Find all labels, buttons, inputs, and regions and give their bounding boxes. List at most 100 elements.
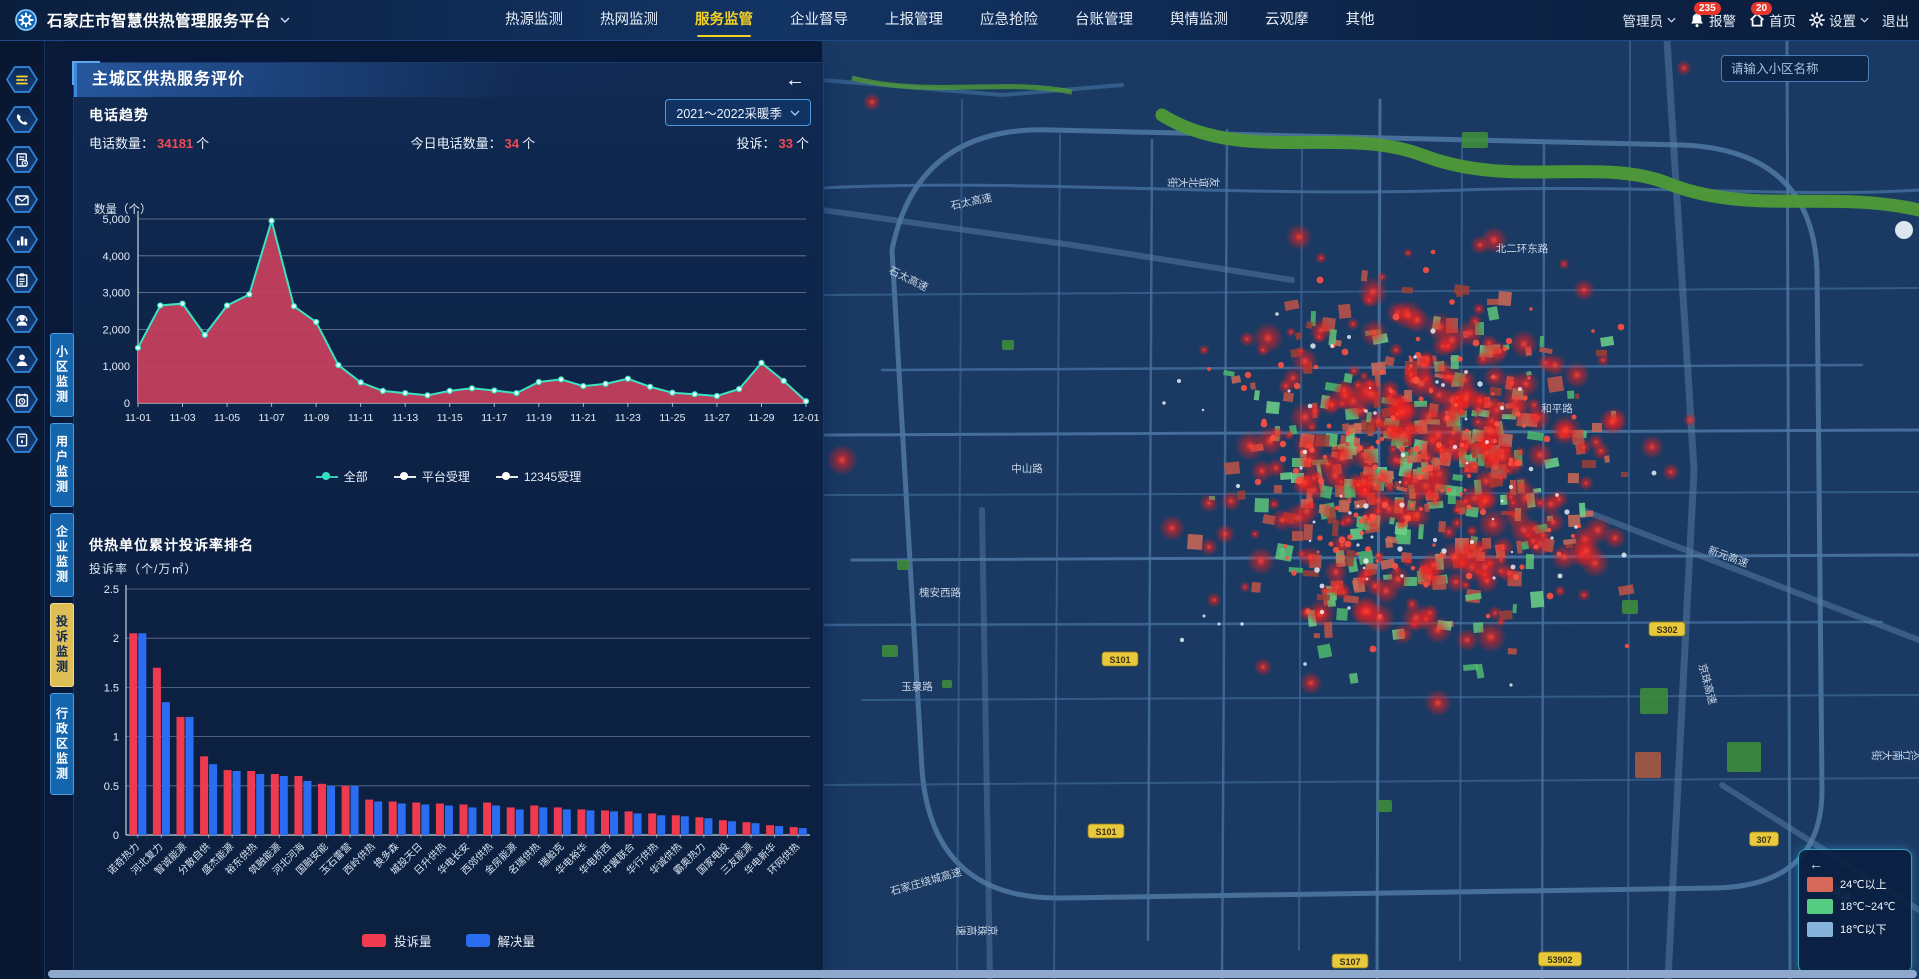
- nav-item-2[interactable]: 服务监管: [695, 0, 753, 40]
- svg-text:11-19: 11-19: [526, 412, 552, 424]
- nav-item-0[interactable]: 热源监测: [505, 0, 563, 40]
- season-select[interactable]: 2021～2022采暖季: [665, 99, 811, 126]
- svg-text:2: 2: [113, 633, 119, 645]
- svg-text:中山路: 中山路: [1011, 462, 1043, 475]
- complaint-rate-axis-label: 投诉率（个/万㎡）: [89, 560, 197, 577]
- svg-text:11-03: 11-03: [169, 412, 195, 424]
- sidebar-item-clipboard[interactable]: [6, 265, 38, 294]
- map-canvas: 石太高速石太高速友谊北大街北二环东路和平路中山路槐安西路玉泉路新元高速京珠高速太…: [822, 40, 1919, 979]
- sidebar-item-device[interactable]: [6, 425, 38, 454]
- svg-text:11-09: 11-09: [303, 412, 329, 424]
- sidebar-item-report[interactable]: [6, 145, 38, 174]
- legend-label: 24℃以上: [1840, 876, 1887, 892]
- bar-legend-投诉量[interactable]: 投诉量: [362, 931, 432, 950]
- svg-text:友谊北大街: 友谊北大街: [1167, 176, 1221, 188]
- tab-小区监测[interactable]: 小区监测: [50, 333, 74, 417]
- tab-行政区监测[interactable]: 行政区监测: [50, 693, 74, 795]
- svg-text:玉泉路: 玉泉路: [901, 680, 933, 693]
- legend-label: 解决量: [498, 931, 536, 950]
- legend-12345受理[interactable]: 12345受理: [496, 468, 581, 485]
- legend-label: 投诉量: [394, 931, 432, 950]
- svg-text:1: 1: [113, 732, 119, 744]
- heating-dashboard: 石家庄市智慧供热管理服务平台 热源监测热网监测服务监管企业督导上报管理应急抢险台…: [0, 0, 1919, 979]
- sidebar-item-customer-service[interactable]: [6, 305, 38, 334]
- sidebar-item-user[interactable]: [6, 345, 38, 374]
- panel-title: 主城区供热服务评价: [92, 71, 245, 88]
- nav-item-3[interactable]: 企业督导: [790, 0, 848, 40]
- bar-legend-解决量[interactable]: 解决量: [466, 931, 536, 950]
- alarm-button[interactable]: 235报警: [1689, 10, 1736, 30]
- sidebar-item-menu[interactable]: [6, 65, 38, 94]
- svg-text:2,000: 2,000: [102, 324, 130, 336]
- stat-label: 投诉：: [737, 136, 776, 151]
- user-menu[interactable]: 管理员: [1623, 10, 1677, 30]
- sidebar-item-bar-chart[interactable]: [6, 225, 38, 254]
- app-logo-icon: [14, 8, 38, 32]
- stat-unit: 个: [522, 136, 535, 151]
- collapse-panel-arrow-icon[interactable]: ←: [785, 63, 805, 97]
- brand[interactable]: 石家庄市智慧供热管理服务平台: [14, 8, 290, 32]
- home-button[interactable]: 20首页: [1749, 10, 1796, 30]
- legend-collapse-arrow-icon[interactable]: ←: [1809, 856, 1903, 872]
- svg-text:11-25: 11-25: [659, 412, 685, 424]
- nav-item-1[interactable]: 热网监测: [600, 0, 658, 40]
- stat-label: 今日电话数量：: [411, 136, 502, 151]
- main-nav: 热源监测热网监测服务监管企业督导上报管理应急抢险台账管理舆情监测云观摩其他: [505, 0, 1375, 40]
- logout-label: 退出: [1882, 10, 1909, 30]
- nav-item-7[interactable]: 舆情监测: [1170, 0, 1228, 40]
- legend-swatch: [466, 934, 490, 947]
- svg-text:11-27: 11-27: [704, 412, 730, 424]
- svg-text:5,000: 5,000: [102, 214, 130, 226]
- season-select-value: 2021～2022采暖季: [676, 103, 782, 122]
- logout-button[interactable]: 退出: [1882, 10, 1909, 30]
- alarm-count-badge: 235: [1694, 2, 1721, 15]
- svg-text:0: 0: [113, 830, 119, 842]
- nav-item-5[interactable]: 应急抢险: [980, 0, 1038, 40]
- stat-1: 今日电话数量：34个: [411, 133, 536, 152]
- nav-item-8[interactable]: 云观摩: [1265, 0, 1309, 40]
- bar-chart-legend: 投诉量 解决量: [74, 931, 823, 950]
- nav-item-4[interactable]: 上报管理: [885, 0, 943, 40]
- svg-text:0: 0: [124, 398, 130, 410]
- gear-icon: [1809, 12, 1825, 28]
- svg-text:0.5: 0.5: [104, 781, 119, 793]
- home-count-badge: 20: [1751, 2, 1772, 15]
- svg-text:1.5: 1.5: [104, 682, 119, 694]
- legend-全部[interactable]: 全部: [316, 468, 368, 485]
- settings-button[interactable]: 设置: [1809, 10, 1869, 30]
- legend-label: 18℃~24℃: [1840, 900, 1896, 913]
- horizontal-scrollbar[interactable]: [48, 970, 1917, 978]
- svg-text:S101: S101: [1109, 655, 1130, 665]
- svg-text:太行南大街: 太行南大街: [1871, 749, 1919, 761]
- tab-企业监测[interactable]: 企业监测: [50, 513, 74, 597]
- svg-text:307: 307: [1756, 835, 1771, 845]
- city-heat-map[interactable]: 石太高速石太高速友谊北大街北二环东路和平路中山路槐安西路玉泉路新元高速京珠高速太…: [822, 40, 1919, 979]
- sidebar-item-message[interactable]: [6, 185, 38, 214]
- phone-trend-title: 电话趋势: [89, 105, 149, 125]
- sidebar-icon-rail: [0, 40, 45, 979]
- service-evaluation-panel: 主城区供热服务评价 ← 电话趋势 2021～2022采暖季 电话数量：34181…: [73, 62, 824, 972]
- svg-text:12-01: 12-01: [793, 412, 820, 424]
- sidebar-item-schedule[interactable]: [6, 385, 38, 414]
- nav-item-9[interactable]: 其他: [1346, 0, 1375, 40]
- stat-value: 34: [505, 136, 519, 151]
- svg-text:和平路: 和平路: [1541, 402, 1573, 415]
- tab-用户监测[interactable]: 用户监测: [50, 423, 74, 507]
- legend-swatch: [1807, 922, 1833, 937]
- svg-text:3,000: 3,000: [102, 288, 130, 300]
- svg-text:京珠高速: 京珠高速: [956, 924, 999, 936]
- svg-text:11-01: 11-01: [125, 412, 151, 424]
- stat-0: 电话数量：34181个: [89, 133, 209, 152]
- stat-unit: 个: [196, 136, 209, 151]
- legend-marker: [496, 473, 518, 481]
- legend-平台受理[interactable]: 平台受理: [394, 468, 470, 485]
- nav-item-6[interactable]: 台账管理: [1075, 0, 1133, 40]
- svg-text:1,000: 1,000: [102, 361, 130, 373]
- tab-投诉监测[interactable]: 投诉监测: [50, 603, 74, 687]
- sidebar-item-phone[interactable]: [6, 105, 38, 134]
- svg-text:11-15: 11-15: [437, 412, 463, 424]
- stat-value: 34181: [157, 136, 193, 151]
- svg-text:S101: S101: [1095, 827, 1116, 837]
- map-legend-row-2: 18℃以下: [1807, 921, 1903, 937]
- community-search-input[interactable]: [1721, 55, 1869, 82]
